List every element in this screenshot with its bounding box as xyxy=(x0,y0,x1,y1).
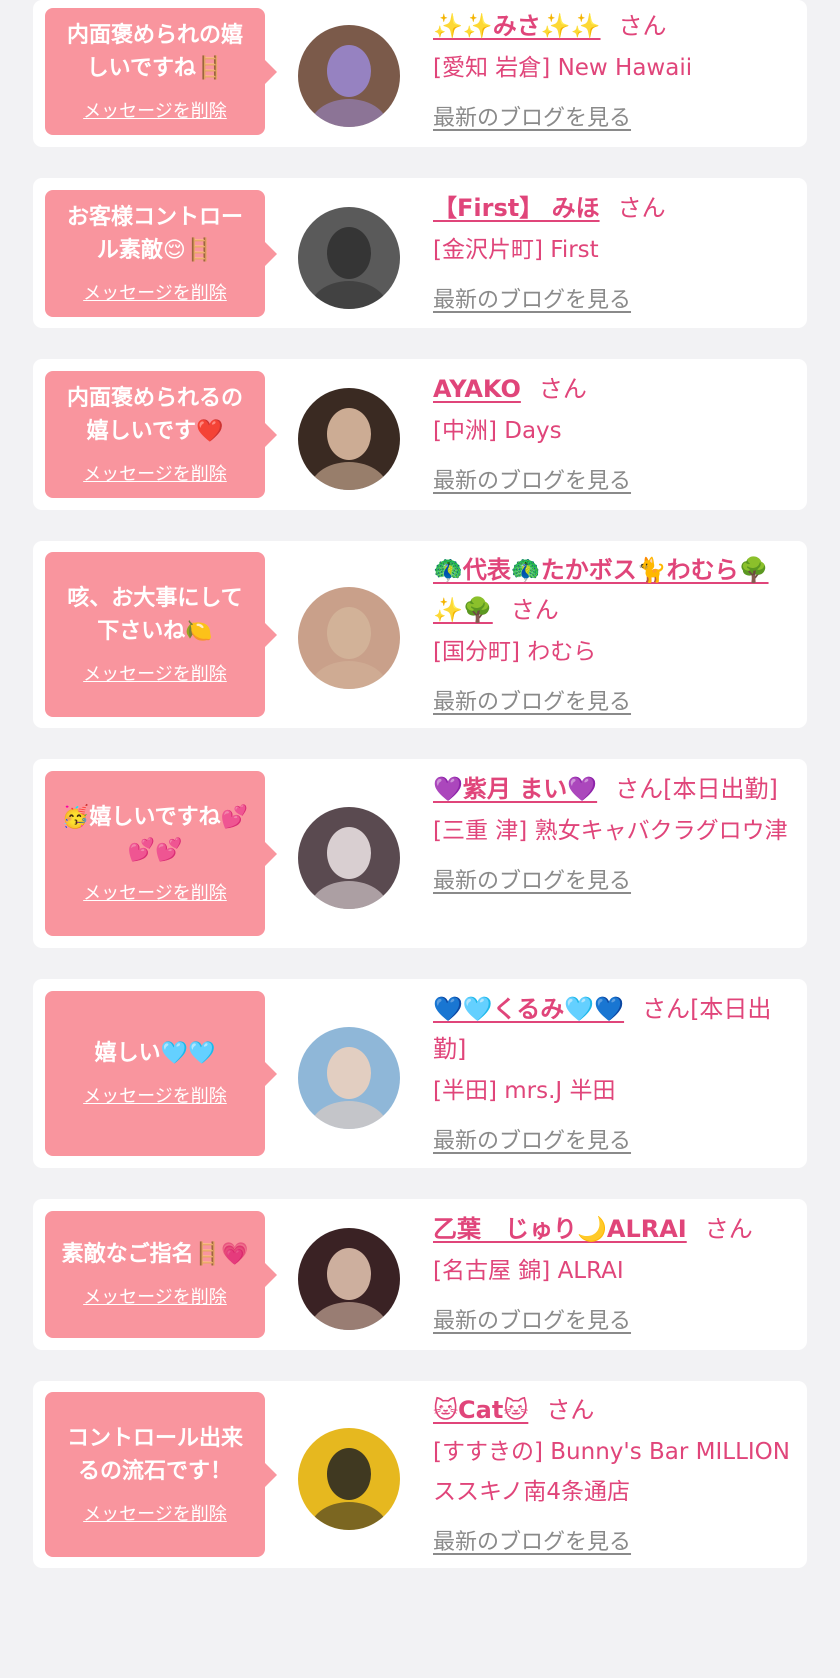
message-bubble: 嬉しい🩵🩵 メッセージを削除 xyxy=(45,991,277,1156)
delete-message-link[interactable]: メッセージを削除 xyxy=(83,279,227,305)
profile-info: 🦚代表🦚たかボス🐈わむら🌳✨🌳 さん [国分町] わむら最新のブログを見る xyxy=(433,550,793,716)
profile-name-link[interactable]: 💜紫月 まい💜 xyxy=(433,775,597,803)
message-text: 嬉しい🩵🩵 xyxy=(94,1041,216,1066)
shop-location: [中洲] Days xyxy=(433,418,562,444)
profile-name-link[interactable]: AYAKO xyxy=(433,375,521,403)
profile-info: 💜紫月 まい💜 さん[本日出勤] [三重 津] 熟女キャバクラグロウ津最新のブログを… xyxy=(433,769,793,895)
latest-blog-link[interactable]: 最新のブログを見る xyxy=(433,282,793,314)
avatar[interactable] xyxy=(298,25,400,127)
profile-name-link[interactable]: 🦚代表🦚たかボス🐈わむら🌳✨🌳 xyxy=(433,556,769,624)
avatar[interactable] xyxy=(298,1027,400,1129)
latest-blog-link[interactable]: 最新のブログを見る xyxy=(433,863,793,895)
message-bubble: 素敵なご指名🪜💗 メッセージを削除 xyxy=(45,1211,277,1338)
message-text: 咳、お大事にして 下さいね🍋 xyxy=(67,585,243,644)
profile-info: 乙葉 じゅり🌙ALRAI さん [名古屋 錦] ALRAI 最新のブログを見る xyxy=(433,1209,793,1335)
latest-blog-link[interactable]: 最新のブログを見る xyxy=(433,100,793,132)
message-bubble: コントロール出来 るの流石です！ メッセージを削除 xyxy=(45,1392,277,1557)
avatar[interactable] xyxy=(298,587,400,689)
honorific: さん xyxy=(618,12,667,40)
message-bubble: お客様コントロー ル素敵😌🪜 メッセージを削除 xyxy=(45,190,277,317)
shop-location: [名古屋 錦] ALRAI xyxy=(433,1258,624,1284)
avatar[interactable] xyxy=(298,1228,400,1330)
profile-name-link[interactable]: 🐱Cat🐱 xyxy=(433,1396,528,1424)
latest-blog-link[interactable]: 最新のブログを見る xyxy=(433,1123,793,1155)
message-bubble: 内面褒められるの 嬉しいです❤️ メッセージを削除 xyxy=(45,371,277,498)
delete-message-link[interactable]: メッセージを削除 xyxy=(83,460,227,486)
delete-message-link[interactable]: メッセージを削除 xyxy=(83,879,227,905)
honorific: さん xyxy=(538,375,587,403)
honorific: さん xyxy=(615,775,664,803)
avatar[interactable] xyxy=(298,388,400,490)
work-status: [本日出勤] xyxy=(663,775,778,803)
profile-name-link[interactable]: 【First】 みほ xyxy=(433,194,600,222)
honorific: さん xyxy=(642,995,691,1023)
name-line: AYAKO さん xyxy=(433,369,793,409)
delete-message-link[interactable]: メッセージを削除 xyxy=(83,97,227,123)
name-line: 🐱Cat🐱 さん xyxy=(433,1390,793,1430)
message-list: 内面褒められの嬉 しいですね🪜 メッセージを削除 ✨✨みさ✨✨ さん [愛知 岩倉] N… xyxy=(0,0,840,1678)
shop-location: [三重 津] 熟女キャバクラグロウ津 xyxy=(433,818,788,844)
delete-message-link[interactable]: メッセージを削除 xyxy=(83,1082,227,1108)
message-text: 内面褒められるの 嬉しいです❤️ xyxy=(66,385,243,444)
profile-info: 【First】 みほ さん [金沢片町] First 最新のブログを見る xyxy=(433,188,793,314)
delete-message-link[interactable]: メッセージを削除 xyxy=(83,1283,227,1309)
profile-info: 💙🩵くるみ🩵💙 さん[本日出勤] [半田] mrs.J 半田 最新のブログを見る xyxy=(433,989,793,1155)
message-text: コントロール出来 るの流石です！ xyxy=(66,1425,243,1484)
shop-location: [国分町] わむら xyxy=(433,639,597,665)
latest-blog-link[interactable]: 最新のブログを見る xyxy=(433,1303,793,1335)
latest-blog-link[interactable]: 最新のブログを見る xyxy=(433,1524,793,1556)
message-text: 素敵なご指名🪜💗 xyxy=(61,1242,249,1267)
message-text: お客様コントロー ル素敵😌🪜 xyxy=(66,204,243,263)
avatar[interactable] xyxy=(298,207,400,309)
latest-blog-link[interactable]: 最新のブログを見る xyxy=(433,684,793,716)
name-line: 🦚代表🦚たかボス🐈わむら🌳✨🌳 さん xyxy=(433,550,793,630)
name-line: ✨✨みさ✨✨ さん xyxy=(433,6,793,46)
shop-location: [半田] mrs.J 半田 xyxy=(433,1078,616,1104)
profile-name-link[interactable]: 💙🩵くるみ🩵💙 xyxy=(433,995,624,1023)
name-line: 💜紫月 まい💜 さん[本日出勤] xyxy=(433,769,793,809)
honorific: さん xyxy=(704,1215,753,1243)
latest-blog-link[interactable]: 最新のブログを見る xyxy=(433,463,793,495)
name-line: 【First】 みほ さん xyxy=(433,188,793,228)
avatar[interactable] xyxy=(298,1428,400,1530)
profile-name-link[interactable]: 乙葉 じゅり🌙ALRAI xyxy=(433,1215,687,1243)
profile-info: 🐱Cat🐱 さん [すすきの] Bunny's Bar MILLION ススキノ南4… xyxy=(433,1390,793,1556)
honorific: さん xyxy=(546,1396,595,1424)
message-bubble: 内面褒められの嬉 しいですね🪜 メッセージを削除 xyxy=(45,8,277,135)
shop-location: [愛知 岩倉] New Hawaii xyxy=(433,55,693,81)
profile-info: ✨✨みさ✨✨ さん [愛知 岩倉] New Hawaii 最新のブログを見る xyxy=(433,6,793,132)
message-text: 🥳嬉しいですね💕 💕💕 xyxy=(61,804,249,863)
message-bubble: 咳、お大事にして 下さいね🍋 メッセージを削除 xyxy=(45,552,277,717)
message-text: 内面褒められの嬉 しいですね🪜 xyxy=(66,22,243,81)
message-bubble: 🥳嬉しいですね💕 💕💕 メッセージを削除 xyxy=(45,771,277,936)
profile-name-link[interactable]: ✨✨みさ✨✨ xyxy=(433,12,601,40)
delete-message-link[interactable]: メッセージを削除 xyxy=(83,1500,227,1526)
profile-info: AYAKO さん [中洲] Days 最新のブログを見る xyxy=(433,369,793,495)
honorific: さん xyxy=(510,596,559,624)
avatar[interactable] xyxy=(298,807,400,909)
delete-message-link[interactable]: メッセージを削除 xyxy=(83,660,227,686)
name-line: 💙🩵くるみ🩵💙 さん[本日出勤] xyxy=(433,989,793,1069)
shop-location: [すすきの] Bunny's Bar MILLION ススキノ南4条通店 xyxy=(433,1439,790,1505)
shop-location: [金沢片町] First xyxy=(433,237,599,263)
name-line: 乙葉 じゅり🌙ALRAI さん xyxy=(433,1209,793,1249)
honorific: さん xyxy=(617,194,666,222)
